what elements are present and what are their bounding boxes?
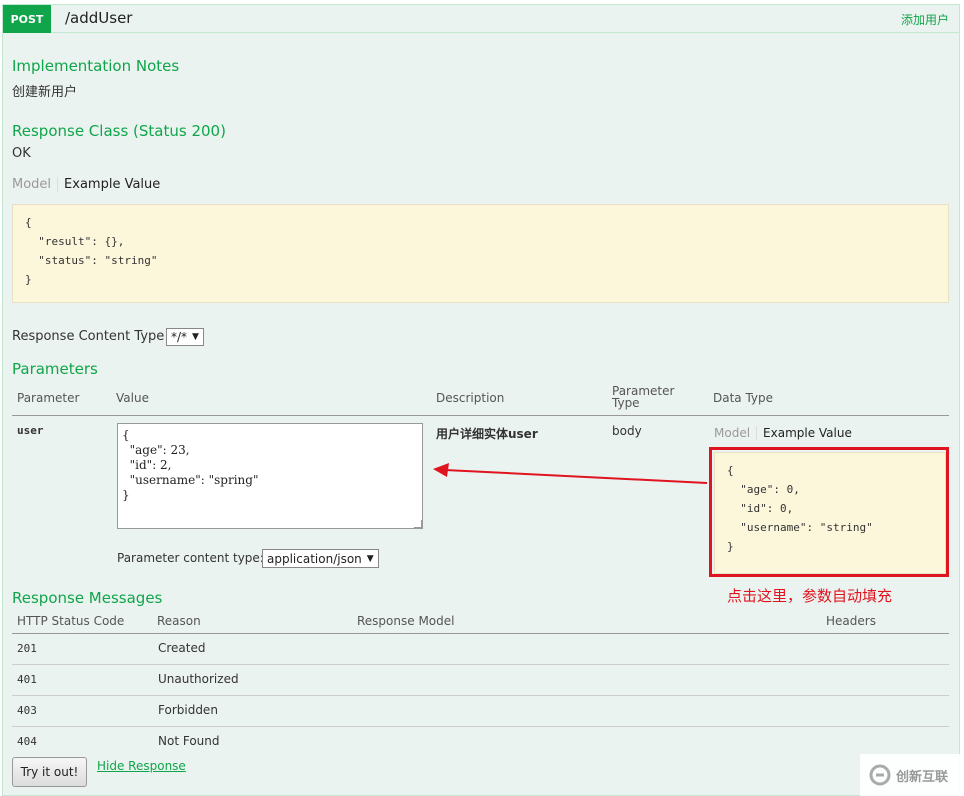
annotation-arrow [433, 463, 708, 484]
parameter-name: user [17, 424, 44, 437]
snippet-line: "status": "string" [25, 254, 158, 267]
status-code: 404 [17, 735, 37, 748]
operation-summary[interactable]: 添加用户 [901, 11, 949, 28]
col-parameter: Parameter [17, 391, 80, 405]
status-code: 201 [17, 642, 37, 655]
status-reason: Created [158, 641, 206, 655]
parameter-content-type-select[interactable]: application/json ▼ [262, 549, 379, 568]
tab-model[interactable]: Model [714, 426, 758, 440]
response-content-type-label: Response Content Type [12, 329, 165, 344]
row-divider [12, 726, 949, 727]
snippet-line: "result": {}, [25, 235, 125, 248]
col-data-type: Data Type [713, 391, 774, 405]
col-parameter-type: Parameter Type [612, 384, 675, 410]
col-reason: Reason [157, 614, 201, 628]
response-content-type-select[interactable]: */* ▼ [166, 328, 204, 346]
select-value: */* [171, 330, 188, 344]
implementation-notes-title: Implementation Notes [12, 57, 180, 75]
status-code: 401 [17, 673, 37, 686]
row-divider [12, 695, 949, 696]
chevron-down-icon: ▼ [366, 553, 374, 564]
parameter-value-textarea[interactable]: { "age": 23, "id": 2, "username": "sprin… [117, 423, 423, 529]
header-divider [12, 415, 949, 416]
tab-model[interactable]: Model [12, 177, 59, 192]
select-value: application/json [267, 551, 362, 566]
parameter-content-type-label: Parameter content type: [117, 551, 264, 565]
col-description: Description [436, 391, 505, 405]
col-value: Value [116, 391, 149, 405]
chevron-down-icon: ▼ [192, 332, 199, 342]
implementation-notes-text: 创建新用户 [12, 85, 78, 100]
status-code: 403 [17, 704, 37, 717]
col-headers: Headers [826, 614, 876, 628]
response-messages-title: Response Messages [12, 589, 163, 607]
endpoint-path[interactable]: /addUser [65, 9, 132, 27]
operation-panel: POST /addUser 添加用户 Implementation Notes … [2, 4, 960, 796]
response-signature-tabs: Model Example Value [12, 177, 160, 192]
operation-heading[interactable]: POST /addUser 添加用户 [3, 5, 959, 33]
annotation-text: 点击这里，参数自动填充 [727, 587, 893, 605]
parameter-signature-tabs: Model Example Value [714, 426, 852, 440]
col-response-model: Response Model [357, 614, 455, 628]
resize-handle[interactable] [413, 519, 423, 529]
status-reason: Not Found [158, 734, 220, 748]
watermark: 创新互联 [860, 754, 964, 796]
parameters-title: Parameters [12, 360, 98, 378]
response-class-text: OK [12, 146, 31, 161]
hide-response-link[interactable]: Hide Response [97, 759, 186, 773]
watermark-text: 创新互联 [896, 769, 949, 785]
response-class-title: Response Class (Status 200) [12, 122, 226, 140]
response-example-snippet[interactable]: { "result": {}, "status": "string"} [12, 204, 949, 303]
http-method-badge[interactable]: POST [3, 5, 51, 33]
parameter-type-value: body [612, 424, 642, 438]
snippet-line: } [25, 273, 32, 286]
tab-example-value[interactable]: Example Value [58, 177, 160, 192]
status-reason: Unauthorized [158, 672, 239, 686]
parameter-description: 用户详细实体user [436, 427, 538, 441]
row-divider [12, 664, 949, 665]
header-divider [12, 633, 949, 634]
logo-icon [869, 764, 891, 786]
tab-example-value[interactable]: Example Value [757, 426, 852, 440]
status-reason: Forbidden [158, 703, 218, 717]
highlight-box [709, 447, 949, 577]
snippet-line: { [25, 216, 32, 229]
try-it-out-button[interactable]: Try it out! [12, 757, 87, 787]
col-http-status-code: HTTP Status Code [17, 614, 125, 628]
